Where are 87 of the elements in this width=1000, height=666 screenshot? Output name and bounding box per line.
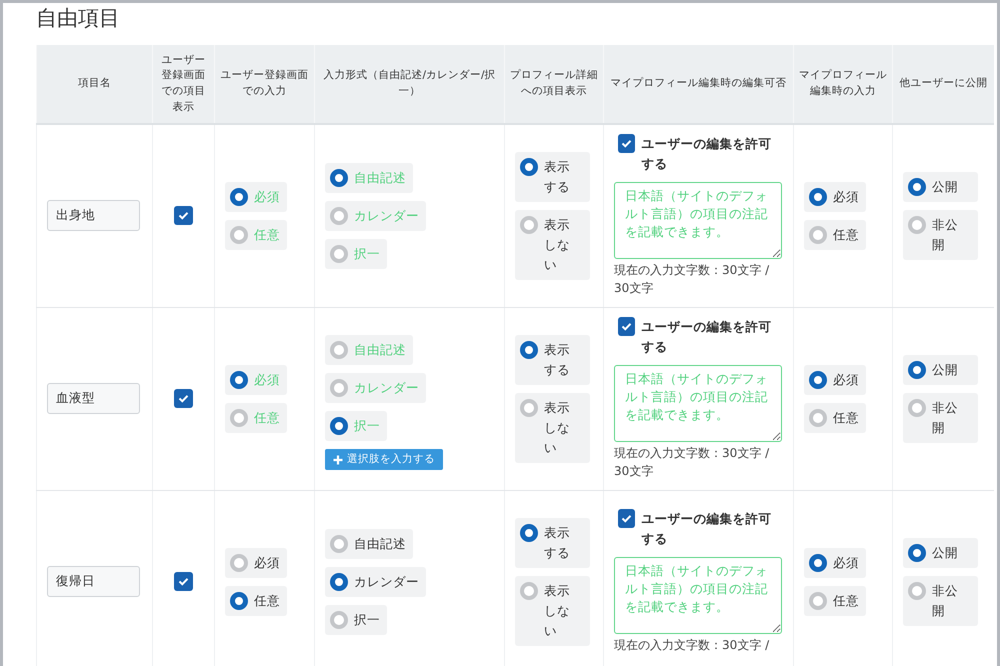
radio-option[interactable]: 表示する [515,152,590,202]
radio-button[interactable] [908,216,926,234]
radio-option[interactable]: 公開 [903,538,978,568]
radio-option[interactable]: 非公開 [903,210,978,260]
radio-option[interactable]: 公開 [903,354,978,384]
radio-button[interactable] [908,178,926,196]
column-header: ユーザー登録画面での入力 [214,45,314,124]
radio-button[interactable] [809,226,827,244]
radio-button[interactable] [330,378,348,397]
radio-button[interactable] [908,398,926,416]
checkbox[interactable] [174,572,193,591]
radio-button[interactable] [908,360,926,378]
radio-option[interactable]: 必須 [804,364,866,394]
name-field[interactable]: 血液型 [47,383,140,414]
radio-option[interactable]: 公開 [903,172,978,202]
radio-option[interactable]: 必須 [804,182,866,212]
check-icon [621,514,632,523]
allow-edit-checkbox[interactable]: ユーザーの編集を許可する [618,317,783,357]
checkbox[interactable] [618,317,636,336]
radio-option[interactable]: 表示しない [515,392,590,462]
radio-option[interactable]: 任意 [225,586,287,616]
radio-option[interactable]: 任意 [804,220,866,250]
radio-option[interactable]: 非公開 [903,392,978,442]
column-header: 項目名 [36,45,152,124]
plus-icon [333,454,343,464]
radio-button[interactable] [520,582,538,600]
radio-option[interactable]: 非公開 [903,576,978,626]
radio-button[interactable] [330,534,348,552]
radio-option[interactable]: 必須 [804,548,866,578]
radio-button[interactable] [230,554,248,572]
name-field[interactable]: 出身地 [47,200,140,232]
checkbox[interactable] [618,509,636,528]
checkbox[interactable] [174,389,193,408]
radio-option[interactable]: カレンダー [325,566,426,596]
column-header: 入力形式（自由記述/カレンダー/択一） [314,45,504,124]
column-header: ユーザー登録画面での項目表示 [152,45,214,124]
column-header: マイプロフィール編集時の編集可否 [604,45,794,124]
name-field[interactable]: 復帰日 [47,566,140,597]
radio-option[interactable]: 表示しない [515,576,590,646]
char-count: 現在の入力文字数：30文字 / 30文字 [614,262,770,298]
radio-button[interactable] [230,408,248,426]
radio-option[interactable]: 必須 [225,548,287,578]
radio-button[interactable] [330,610,348,628]
radio-button[interactable] [230,592,248,610]
radio-button[interactable] [330,206,348,225]
radio-button[interactable] [520,398,538,416]
check-icon [621,322,632,331]
char-count: 現在の入力文字数：30文字 / 30文字 [614,445,770,480]
radio-option[interactable]: 表示する [515,334,590,384]
radio-button[interactable] [809,408,827,426]
radio-option[interactable]: 択一 [325,604,387,634]
radio-button[interactable] [809,188,827,206]
radio-button[interactable] [330,416,348,435]
column-header: マイプロフィール編集時の入力 [794,45,892,124]
checkbox[interactable] [174,206,193,226]
radio-button[interactable] [330,340,348,359]
radio-option[interactable]: 任意 [804,586,866,616]
check-icon [621,139,632,148]
check-icon [178,394,189,403]
radio-button[interactable] [230,370,248,388]
radio-button[interactable] [230,188,248,206]
allow-edit-checkbox[interactable]: ユーザーの編集を許可する [618,509,783,549]
radio-option[interactable]: 表示する [515,518,590,568]
radio-button[interactable] [330,572,348,590]
page-title: 自由項目 [36,5,121,32]
radio-button[interactable] [330,168,348,187]
check-icon [178,211,189,220]
radio-option[interactable]: 任意 [804,402,866,432]
radio-option[interactable]: 自由記述 [325,528,413,558]
radio-button[interactable] [520,524,538,542]
radio-button[interactable] [230,226,248,244]
allow-edit-checkbox[interactable]: ユーザーの編集を許可する [618,134,783,174]
char-count: 現在の入力文字数：30文字 / [614,637,770,654]
radio-button[interactable] [520,158,538,176]
radio-button[interactable] [809,370,827,388]
check-icon [178,577,189,586]
radio-button[interactable] [330,244,348,263]
checkbox[interactable] [618,134,636,154]
radio-button[interactable] [908,582,926,600]
radio-button[interactable] [520,216,538,234]
radio-option[interactable]: 表示しない [515,210,590,280]
radio-button[interactable] [908,544,926,562]
column-header: 他ユーザーに公開 [892,45,994,124]
radio-button[interactable] [520,340,538,358]
column-header: プロフィール詳細への項目表示 [504,45,604,124]
radio-button[interactable] [809,592,827,610]
radio-button[interactable] [809,554,827,572]
